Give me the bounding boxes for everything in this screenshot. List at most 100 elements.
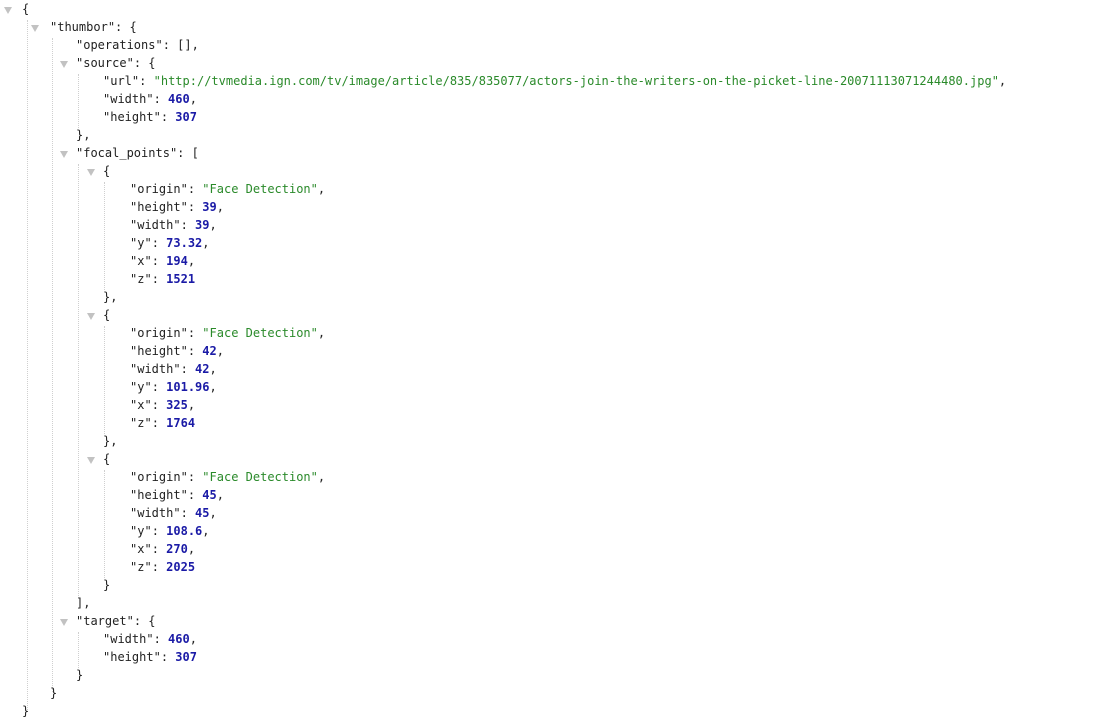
json-line: } [76, 668, 84, 682]
json-line: { [103, 452, 111, 466]
json-line: "height": 45, [130, 488, 224, 502]
json-line: "source": { [76, 56, 156, 70]
json-line: "focal_points": [ [76, 146, 199, 160]
json-string-value: Face Detection [209, 470, 311, 484]
json-key: origin [137, 470, 181, 484]
json-key: width [110, 632, 147, 646]
json-number-value: 101.96 [166, 380, 210, 394]
json-key: origin [137, 182, 181, 196]
json-key: thumbor [57, 20, 108, 34]
json-key: height [137, 200, 181, 214]
json-number-value: 108.6 [166, 524, 203, 538]
indent-guide [78, 632, 79, 668]
json-key: height [137, 344, 181, 358]
json-line: "z": 2025 [130, 560, 196, 574]
json-value: [] [177, 38, 192, 52]
json-line: "origin": "Face Detection", [130, 470, 326, 484]
indent-guide [52, 38, 53, 692]
json-line: "origin": "Face Detection", [130, 326, 326, 340]
json-line: { [103, 164, 111, 178]
json-line: "thumbor": { [50, 20, 137, 34]
json-key: height [137, 488, 181, 502]
json-line: "height": 307 [103, 110, 197, 124]
json-number-value: 39 [195, 218, 210, 232]
json-line: "height": 39, [130, 200, 224, 214]
json-number-value: 45 [202, 488, 217, 502]
json-line: "x": 194, [130, 254, 196, 268]
collapse-toggle-icon[interactable] [87, 457, 95, 464]
json-line: { [103, 308, 111, 322]
json-string-value: Face Detection [209, 326, 311, 340]
json-string-value: Face Detection [209, 182, 311, 196]
json-line: { [22, 2, 30, 16]
collapse-toggle-icon[interactable] [60, 151, 68, 158]
json-number-value: 42 [202, 344, 217, 358]
json-number-value: 73.32 [166, 236, 203, 250]
json-line: "width": 42, [130, 362, 217, 376]
json-line: "url": "http://tvmedia.ign.com/tv/image/… [103, 74, 1007, 88]
json-line: "x": 325, [130, 398, 196, 412]
json-line: "operations": [], [76, 38, 199, 52]
json-line: "target": { [76, 614, 156, 628]
indent-guide [104, 470, 105, 578]
json-line: }, [76, 128, 91, 142]
json-number-value: 307 [175, 110, 197, 124]
collapse-toggle-icon[interactable] [87, 169, 95, 176]
json-key: source [83, 56, 127, 70]
json-line: } [103, 578, 111, 592]
json-number-value: 270 [166, 542, 188, 556]
indent-guide [27, 20, 28, 710]
json-key: operations [83, 38, 156, 52]
json-key: width [110, 92, 147, 106]
json-line: "width": 39, [130, 218, 217, 232]
json-number-value: 194 [166, 254, 188, 268]
json-key: width [137, 362, 174, 376]
json-line: "x": 270, [130, 542, 196, 556]
collapse-toggle-icon[interactable] [31, 25, 39, 32]
json-line: "height": 307 [103, 650, 197, 664]
json-line: "origin": "Face Detection", [130, 182, 326, 196]
json-number-value: 45 [195, 506, 210, 520]
json-viewer: { "thumbor": { "operations": [], "source… [0, 0, 1097, 728]
json-string-value: http://tvmedia.ign.com/tv/image/article/… [160, 74, 992, 88]
json-line: "width": 460, [103, 632, 197, 646]
json-number-value: 325 [166, 398, 188, 412]
indent-guide [78, 164, 79, 596]
json-key: width [137, 218, 174, 232]
json-line: } [50, 686, 58, 700]
json-line: } [22, 704, 30, 718]
json-number-value: 1521 [166, 272, 196, 286]
json-number-value: 42 [195, 362, 210, 376]
json-line: "y": 73.32, [130, 236, 210, 250]
json-line: ], [76, 596, 91, 610]
indent-guide [104, 182, 105, 290]
json-line: "z": 1764 [130, 416, 196, 430]
json-key: height [110, 110, 154, 124]
json-number-value: 307 [175, 650, 197, 664]
json-key: target [83, 614, 127, 628]
json-number-value: 1764 [166, 416, 196, 430]
collapse-toggle-icon[interactable] [87, 313, 95, 320]
json-number-value: 460 [168, 92, 190, 106]
json-line: }, [103, 434, 118, 448]
json-key: width [137, 506, 174, 520]
json-number-value: 460 [168, 632, 190, 646]
json-key: height [110, 650, 154, 664]
json-number-value: 39 [202, 200, 217, 214]
indent-guide [104, 326, 105, 434]
json-key: origin [137, 326, 181, 340]
json-line: }, [103, 290, 118, 304]
indent-guide [78, 74, 79, 128]
json-line: "y": 101.96, [130, 380, 217, 394]
json-line: "height": 42, [130, 344, 224, 358]
json-key: focal_points [83, 146, 170, 160]
collapse-toggle-icon[interactable] [4, 7, 12, 14]
json-number-value: 2025 [166, 560, 196, 574]
json-line: "y": 108.6, [130, 524, 210, 538]
collapse-toggle-icon[interactable] [60, 61, 68, 68]
json-key: url [110, 74, 132, 88]
json-line: "width": 460, [103, 92, 197, 106]
collapse-toggle-icon[interactable] [60, 619, 68, 626]
json-line: "width": 45, [130, 506, 217, 520]
json-line: "z": 1521 [130, 272, 196, 286]
